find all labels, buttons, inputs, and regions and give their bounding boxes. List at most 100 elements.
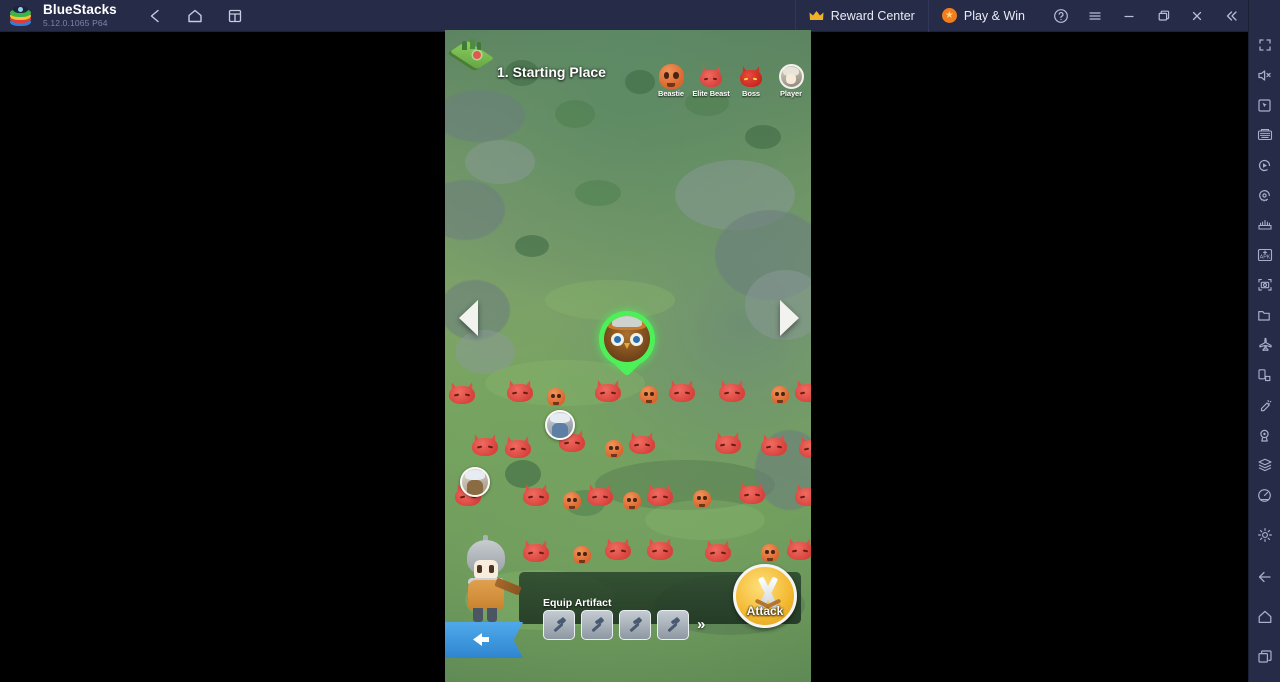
horned-beast-icon[interactable]: [759, 432, 789, 458]
equip-artifact-label: Equip Artifact: [543, 597, 612, 609]
shake-button[interactable]: [1249, 390, 1280, 420]
gamepad-button[interactable]: [1249, 210, 1280, 240]
android-home-button[interactable]: [1249, 602, 1280, 632]
horned-beast-icon[interactable]: [737, 480, 767, 506]
legend-label: Elite Beast: [692, 89, 730, 98]
skull-icon[interactable]: [693, 490, 711, 508]
island-tile-icon: [449, 33, 495, 73]
horned-beast-icon[interactable]: [793, 482, 811, 508]
horned-beast-icon[interactable]: [585, 482, 615, 508]
operation-recorder-button[interactable]: [1249, 180, 1280, 210]
horned-beast-icon[interactable]: [470, 432, 500, 458]
terrain-rock: [745, 270, 811, 340]
android-recents-button[interactable]: [1249, 642, 1280, 672]
titlebar-nav: [145, 6, 245, 26]
play-and-win-button[interactable]: ★ Play & Win: [927, 0, 1038, 32]
skull-icon[interactable]: [771, 386, 789, 404]
skull-icon: [658, 64, 684, 89]
skull-icon[interactable]: [563, 492, 581, 510]
double-chevron-right-icon[interactable]: »: [697, 616, 706, 633]
menu-button[interactable]: [1078, 0, 1112, 32]
fullscreen-button[interactable]: [1249, 30, 1280, 60]
terrain-rock: [445, 180, 505, 240]
player-marker-1[interactable]: [545, 410, 575, 440]
horned-beast-icon[interactable]: [717, 378, 747, 404]
legend-item-beastie[interactable]: Beastie: [655, 64, 687, 98]
horned-beast-icon[interactable]: [703, 538, 733, 564]
hammer-icon: [553, 617, 566, 632]
horned-beast-icon[interactable]: [645, 536, 675, 562]
back-button[interactable]: [145, 6, 165, 26]
multi-instance-sync-button[interactable]: [1249, 450, 1280, 480]
skull-icon[interactable]: [605, 440, 623, 458]
mute-button[interactable]: [1249, 60, 1280, 90]
minimize-button[interactable]: [1112, 0, 1146, 32]
screenshot-button[interactable]: [1249, 270, 1280, 300]
legend-label: Beastie: [658, 89, 684, 98]
horned-beast-icon[interactable]: [645, 482, 675, 508]
reward-center-label: Reward Center: [830, 8, 915, 23]
right-triangle-arrow-icon[interactable]: [780, 300, 799, 336]
artifact-slot-2[interactable]: [581, 610, 613, 640]
legend-item-player[interactable]: Player: [775, 64, 807, 98]
close-button[interactable]: [1180, 0, 1214, 32]
skull-icon[interactable]: [573, 546, 591, 564]
skull-icon[interactable]: [547, 388, 565, 406]
help-button[interactable]: [1044, 0, 1078, 32]
artifact-slot-1[interactable]: [543, 610, 575, 640]
attack-button[interactable]: Attack: [733, 564, 797, 628]
horned-beast-icon[interactable]: [667, 378, 697, 404]
terrain-rock: [675, 160, 795, 230]
coin-star-icon: ★: [941, 8, 957, 23]
horned-beast-icon[interactable]: [505, 378, 535, 404]
back-arrow-ribbon-icon[interactable]: [445, 622, 523, 658]
horned-beast-icon[interactable]: [521, 538, 551, 564]
legend-item-elite-beast[interactable]: Elite Beast: [692, 64, 730, 98]
airplane-mode-button[interactable]: [1249, 330, 1280, 360]
horned-beast-icon[interactable]: [797, 434, 811, 460]
horned-beast-icon[interactable]: [785, 536, 811, 562]
horned-beast-icon[interactable]: [713, 430, 743, 456]
game-viewport[interactable]: 1. Starting Place Beastie Elite Beast Bo…: [445, 30, 811, 682]
left-triangle-arrow-icon[interactable]: [459, 300, 478, 336]
install-apk-button[interactable]: APK: [1249, 240, 1280, 270]
media-manager-button[interactable]: [1249, 300, 1280, 330]
horned-beast-icon[interactable]: [627, 430, 657, 456]
terrain-rock: [465, 140, 535, 184]
location-button[interactable]: [1249, 420, 1280, 450]
collapse-sidebar-button[interactable]: [1214, 0, 1248, 32]
app-name: BlueStacks: [43, 2, 117, 18]
horned-beast-icon[interactable]: [503, 434, 533, 460]
right-sidebar: APK: [1248, 0, 1280, 682]
artifact-slot-3[interactable]: [619, 610, 651, 640]
terrain-tree: [555, 100, 595, 128]
android-back-button[interactable]: [1249, 562, 1280, 592]
horned-beast-icon[interactable]: [593, 378, 623, 404]
settings-button[interactable]: [1249, 520, 1280, 550]
skull-icon[interactable]: [761, 544, 779, 562]
titlebar-right: Reward Center ★ Play & Win: [794, 0, 1248, 32]
performance-button[interactable]: [1249, 480, 1280, 510]
skull-icon[interactable]: [640, 386, 658, 404]
app-version: 5.12.0.1065 P64: [43, 17, 108, 28]
horned-beast-icon[interactable]: [793, 378, 811, 404]
horned-beast-icon[interactable]: [521, 482, 551, 508]
pointer-button[interactable]: [1249, 90, 1280, 120]
home-button[interactable]: [185, 6, 205, 26]
macro-recorder-button[interactable]: [1249, 150, 1280, 180]
rotate-screen-button[interactable]: [1249, 360, 1280, 390]
skull-icon[interactable]: [623, 492, 641, 510]
player-marker-2[interactable]: [460, 467, 490, 497]
horned-beast-icon[interactable]: [603, 536, 633, 562]
maximize-button[interactable]: [1146, 0, 1180, 32]
crown-icon: [809, 10, 824, 22]
owl-hero-pin-icon[interactable]: [599, 311, 655, 377]
game-controls-button[interactable]: [1249, 120, 1280, 150]
artifact-slot-4[interactable]: [657, 610, 689, 640]
legend-item-boss[interactable]: Boss: [735, 64, 767, 98]
reward-center-button[interactable]: Reward Center: [794, 0, 928, 32]
bluestacks-window: BlueStacks 5.12.0.1065 P64 Reward Center…: [0, 0, 1280, 682]
horned-beast-icon[interactable]: [447, 380, 477, 406]
instance-manager-button[interactable]: [225, 6, 245, 26]
title-bar: BlueStacks 5.12.0.1065 P64 Reward Center…: [0, 0, 1248, 32]
